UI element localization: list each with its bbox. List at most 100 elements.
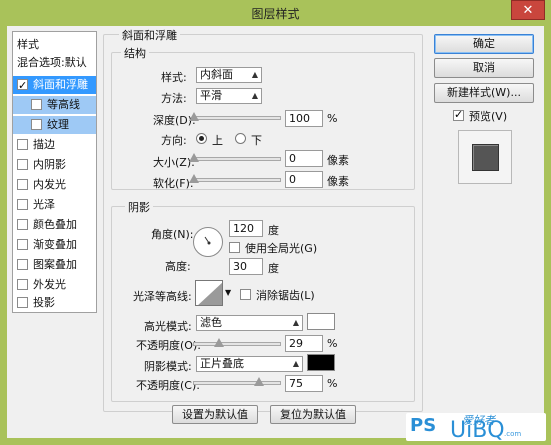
styles-list: 样式 混合选项:默认 斜面和浮雕 等高线 纹理 描边 内阴影 内发光 光泽	[12, 31, 97, 313]
direction-up-label: 上	[212, 134, 223, 147]
direction-down-radio[interactable]	[235, 133, 246, 144]
texture-label: 纹理	[47, 118, 69, 131]
preview-checkbox[interactable]	[453, 108, 464, 121]
blend-options-item[interactable]: 混合选项:默认	[13, 54, 96, 72]
watermark-zh: 爱好者	[462, 414, 495, 427]
highlight-color-swatch[interactable]	[307, 313, 335, 330]
list-item-contour[interactable]: 等高线	[13, 96, 96, 114]
antialias-label: 消除锯齿(L)	[256, 289, 315, 302]
depth-input[interactable]: 100	[285, 110, 323, 127]
satin-label: 光泽	[33, 198, 55, 211]
contour-checkbox[interactable]	[31, 99, 42, 110]
highlight-mode-value: 滤色	[200, 316, 222, 329]
bevel-emboss-checkbox[interactable]	[17, 77, 28, 94]
soften-input[interactable]: 0	[285, 171, 323, 188]
highlight-mode-select[interactable]: 滤色 ▲	[196, 315, 303, 331]
highlight-opacity-slider[interactable]	[193, 338, 281, 347]
highlight-opacity-input[interactable]: 29	[285, 335, 323, 352]
shadow-color-swatch[interactable]	[307, 354, 335, 371]
shadow-opacity-label: 不透明度(C):	[136, 379, 200, 392]
texture-checkbox[interactable]	[31, 119, 42, 130]
soften-slider[interactable]	[189, 174, 281, 183]
highlight-opacity-unit: %	[327, 337, 338, 350]
list-item-bevel-emboss[interactable]: 斜面和浮雕	[13, 76, 96, 94]
list-item-texture[interactable]: 纹理	[13, 116, 96, 134]
shadow-opacity-thumb[interactable]	[253, 377, 264, 386]
stroke-label: 描边	[33, 138, 55, 151]
style-select[interactable]: 内斜面 ▲	[196, 67, 262, 83]
shadow-opacity-input[interactable]: 75	[285, 375, 323, 392]
cancel-button[interactable]: 取消	[434, 58, 534, 78]
inner-glow-checkbox[interactable]	[17, 179, 28, 190]
size-input[interactable]: 0	[285, 150, 323, 167]
close-button[interactable]: ✕	[511, 0, 545, 20]
angle-input[interactable]: 120	[229, 220, 263, 237]
antialias-checkbox[interactable]	[240, 289, 251, 300]
outer-glow-label: 外发光	[33, 278, 66, 291]
contour-linear-icon	[198, 282, 222, 305]
drop-shadow-checkbox[interactable]	[17, 297, 28, 308]
technique-select[interactable]: 平滑 ▲	[196, 88, 262, 104]
reset-default-button[interactable]: 复位为默认值	[270, 405, 356, 424]
window-title: 图层样式	[251, 7, 300, 21]
color-overlay-checkbox[interactable]	[17, 219, 28, 230]
list-item-outer-glow[interactable]: 外发光	[13, 276, 96, 294]
altitude-unit: 度	[268, 262, 279, 275]
bevel-emboss-label: 斜面和浮雕	[33, 78, 88, 91]
inner-shadow-checkbox[interactable]	[17, 159, 28, 170]
dialog-client: 样式 混合选项:默认 斜面和浮雕 等高线 纹理 描边 内阴影 内发光 光泽	[7, 26, 544, 438]
new-style-button[interactable]: 新建样式(W)...	[434, 83, 534, 103]
title-bar: 图层样式 ✕	[0, 0, 551, 26]
list-item-drop-shadow[interactable]: 投影	[13, 294, 96, 312]
ok-button[interactable]: 确定	[434, 34, 534, 54]
watermark-logo: PS UiBQ 爱好者 .com	[406, 413, 546, 443]
global-light-checkbox[interactable]	[229, 242, 240, 253]
technique-label: 方法:	[161, 92, 187, 105]
gradient-overlay-checkbox[interactable]	[17, 239, 28, 250]
angle-indicator-icon	[204, 236, 211, 245]
shadow-mode-select[interactable]: 正片叠底 ▲	[196, 356, 303, 372]
list-item-gradient-overlay[interactable]: 渐变叠加	[13, 236, 96, 254]
satin-checkbox[interactable]	[17, 199, 28, 210]
soften-slider-thumb[interactable]	[189, 174, 199, 183]
structure-title: 结构	[121, 45, 149, 61]
depth-slider[interactable]	[189, 112, 281, 121]
shadow-mode-value: 正片叠底	[200, 357, 244, 370]
bevel-emboss-title: 斜面和浮雕	[119, 27, 180, 43]
size-slider[interactable]	[189, 153, 281, 162]
depth-slider-thumb[interactable]	[189, 112, 199, 121]
size-slider-thumb[interactable]	[189, 153, 199, 162]
altitude-input[interactable]: 30	[229, 258, 263, 275]
drop-shadow-label: 投影	[33, 296, 55, 309]
list-item-stroke[interactable]: 描边	[13, 136, 96, 154]
gradient-overlay-label: 渐变叠加	[33, 238, 77, 251]
list-item-inner-shadow[interactable]: 内阴影	[13, 156, 96, 174]
color-overlay-label: 颜色叠加	[33, 218, 77, 231]
list-item-pattern-overlay[interactable]: 图案叠加	[13, 256, 96, 274]
gloss-contour-picker[interactable]	[195, 280, 223, 306]
shading-title: 阴影	[125, 199, 153, 215]
shadow-opacity-unit: %	[327, 377, 338, 390]
chevron-updown-icon: ▲	[292, 318, 299, 327]
direction-label: 方向:	[161, 134, 187, 147]
direction-up-radio[interactable]	[196, 133, 207, 144]
angle-unit: 度	[268, 224, 279, 237]
stroke-checkbox[interactable]	[17, 139, 28, 150]
list-item-satin[interactable]: 光泽	[13, 196, 96, 214]
style-label: 样式:	[161, 71, 187, 84]
pattern-overlay-checkbox[interactable]	[17, 259, 28, 270]
shadow-opacity-slider[interactable]	[193, 377, 281, 386]
inner-shadow-label: 内阴影	[33, 158, 66, 171]
set-default-button[interactable]: 设置为默认值	[172, 405, 258, 424]
contour-dropdown-icon[interactable]: ▼	[225, 288, 231, 297]
outer-glow-checkbox[interactable]	[17, 279, 28, 290]
direction-down-label: 下	[251, 134, 262, 147]
highlight-opacity-thumb[interactable]	[213, 338, 224, 347]
styles-header[interactable]: 样式	[13, 36, 96, 54]
preview-label: 预览(V)	[469, 110, 508, 123]
highlight-mode-label: 高光模式:	[144, 320, 192, 333]
list-item-inner-glow[interactable]: 内发光	[13, 176, 96, 194]
angle-dial[interactable]	[193, 227, 223, 257]
list-item-color-overlay[interactable]: 颜色叠加	[13, 216, 96, 234]
shadow-mode-label: 阴影模式:	[144, 360, 192, 373]
